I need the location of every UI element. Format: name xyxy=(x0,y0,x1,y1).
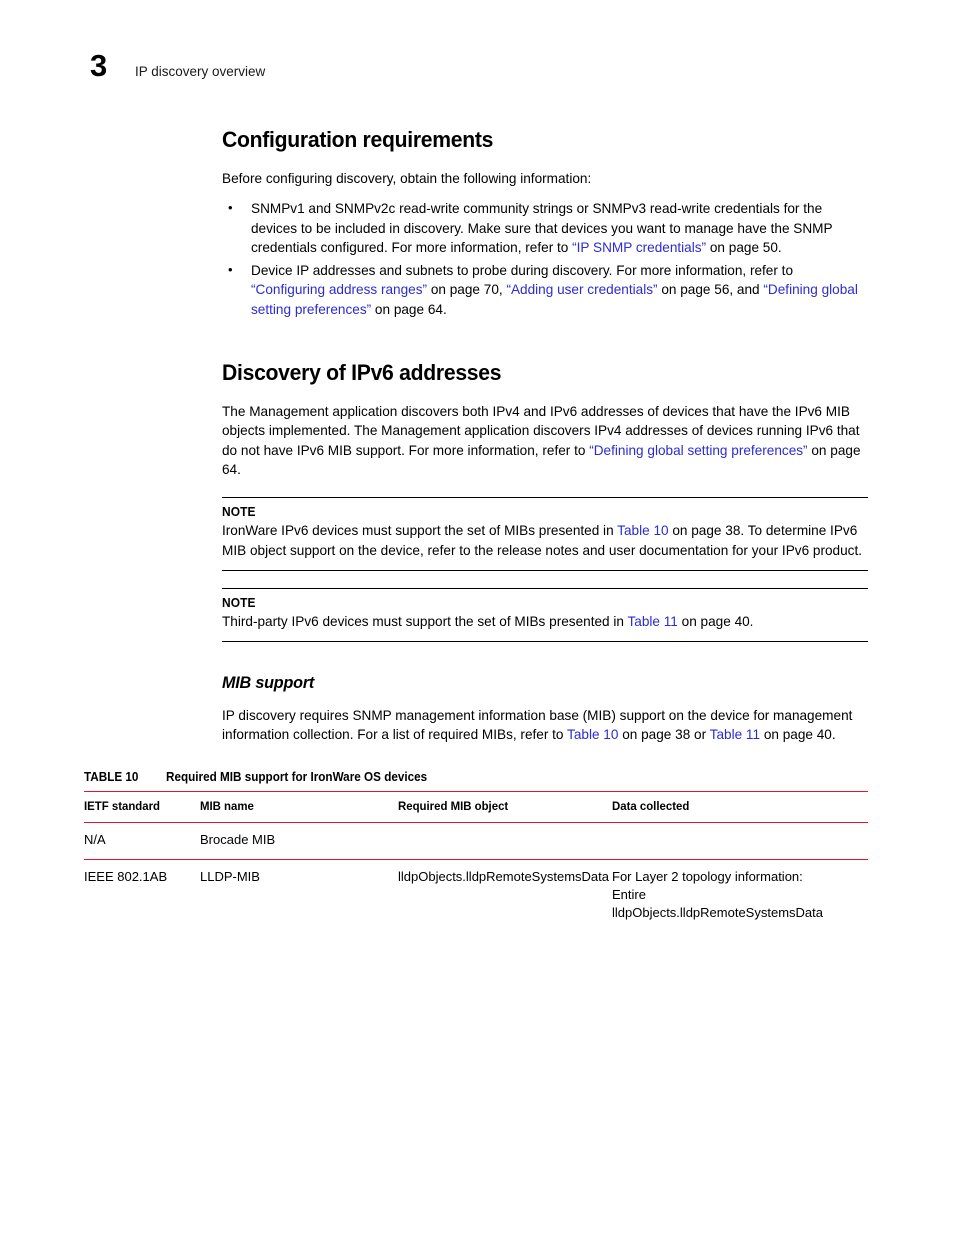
table-header-row: IETF standard MIB name Required MIB obje… xyxy=(84,791,868,823)
mib-support-table: IETF standard MIB name Required MIB obje… xyxy=(84,791,868,932)
table-block: TABLE 10 Required MIB support for IronWa… xyxy=(84,769,868,932)
cell-required-mib-object xyxy=(398,823,612,860)
table-caption-number: TABLE 10 xyxy=(84,770,139,784)
heading-configuration-requirements: Configuration requirements xyxy=(222,127,494,152)
cell-ietf-standard: N/A xyxy=(84,832,106,847)
xref-configuring-address-ranges[interactable]: “Configuring address ranges” xyxy=(251,282,427,297)
list-item: • Device IP addresses and subnets to pro… xyxy=(222,261,868,319)
note-text-part: IronWare IPv6 devices must support the s… xyxy=(222,523,618,539)
bullet-icon: • xyxy=(228,200,233,216)
table-row: IEEE 802.1AB LLDP-MIB lldpObjects.lldpRe… xyxy=(84,859,868,932)
list-item-text-part: on page 56, and xyxy=(657,282,764,298)
paragraph-text-part: on page 38 or xyxy=(618,727,710,743)
paragraph-text-part: on page 40. xyxy=(760,727,836,743)
cell-mib-name: LLDP-MIB xyxy=(200,859,398,932)
table-row: N/A Brocade MIB xyxy=(84,823,868,860)
column-header-data-collected: Data collected xyxy=(612,791,868,823)
paragraph-config-intro: Before configuring discovery, obtain the… xyxy=(222,171,592,186)
xref-adding-user-credentials[interactable]: “Adding user credentials” xyxy=(506,282,657,297)
xref-table-11[interactable]: Table 11 xyxy=(627,614,677,629)
list-item-text-part: on page 50. xyxy=(706,239,782,255)
list-item-text-part: Device IP addresses and subnets to probe… xyxy=(251,263,794,279)
note-label: NOTE xyxy=(222,594,256,610)
xref-defining-global-setting-preferences[interactable]: “Defining global setting preferences” xyxy=(589,443,807,458)
document-page: 3 IP discovery overview Configuration re… xyxy=(0,0,954,1235)
note-text-part: Third-party IPv6 devices must support th… xyxy=(222,613,628,629)
configuration-requirements-list: • SNMPv1 and SNMPv2c read-write communit… xyxy=(222,199,868,319)
column-header-required-mib-object: Required MIB object xyxy=(398,791,612,823)
chapter-number: 3 xyxy=(90,48,107,83)
heading-mib-support: MIB support xyxy=(222,673,315,693)
list-item-text-part: on page 70, xyxy=(427,282,507,298)
bullet-icon: • xyxy=(228,262,233,278)
cell-ietf-standard: IEEE 802.1AB xyxy=(84,859,200,932)
xref-table-10[interactable]: Table 10 xyxy=(567,727,618,742)
cell-data-collected xyxy=(612,823,868,860)
note-block: NOTE IronWare IPv6 devices must support … xyxy=(222,497,868,571)
note-block: NOTE Third-party IPv6 devices must suppo… xyxy=(222,587,868,643)
xref-table-10[interactable]: Table 10 xyxy=(617,523,668,538)
cell-required-mib-object: lldpObjects.lldpRemoteSystemsData xyxy=(398,859,612,932)
column-header-mib-name: MIB name xyxy=(200,791,398,823)
note-text-part: on page 40. xyxy=(677,613,754,629)
paragraph-mib-support: IP discovery requires SNMP management in… xyxy=(222,706,868,745)
list-item: • SNMPv1 and SNMPv2c read-write communit… xyxy=(222,199,868,257)
page-running-header: 3 IP discovery overview xyxy=(0,0,954,110)
running-head-title: IP discovery overview xyxy=(135,64,266,79)
cell-data-collected-line2: Entire lldpObjects.lldpRemoteSystemsData xyxy=(612,887,823,920)
note-text: IronWare IPv6 devices must support the s… xyxy=(222,521,868,560)
table-caption-title: Required MIB support for IronWare OS dev… xyxy=(166,770,428,784)
table-caption: TABLE 10 Required MIB support for IronWa… xyxy=(84,769,868,785)
xref-table-11[interactable]: Table 11 xyxy=(710,727,760,742)
xref-ip-snmp-credentials[interactable]: “IP SNMP credentials” xyxy=(572,240,706,255)
note-text: Third-party IPv6 devices must support th… xyxy=(222,612,868,631)
cell-data-collected-line1: For Layer 2 topology information: xyxy=(612,869,803,884)
list-item-text-part: on page 64. xyxy=(371,301,447,317)
heading-discovery-of-ipv6-addresses: Discovery of IPv6 addresses xyxy=(222,360,502,386)
cell-mib-name: Brocade MIB xyxy=(200,832,276,847)
note-label: NOTE xyxy=(222,504,256,520)
cell-data-collected: For Layer 2 topology information: Entire… xyxy=(612,859,868,932)
paragraph-discovery-ipv6: The Management application discovers bot… xyxy=(222,402,868,479)
column-header-ietf-standard: IETF standard xyxy=(84,791,200,823)
content-column: Configuration requirements Before config… xyxy=(222,126,868,756)
